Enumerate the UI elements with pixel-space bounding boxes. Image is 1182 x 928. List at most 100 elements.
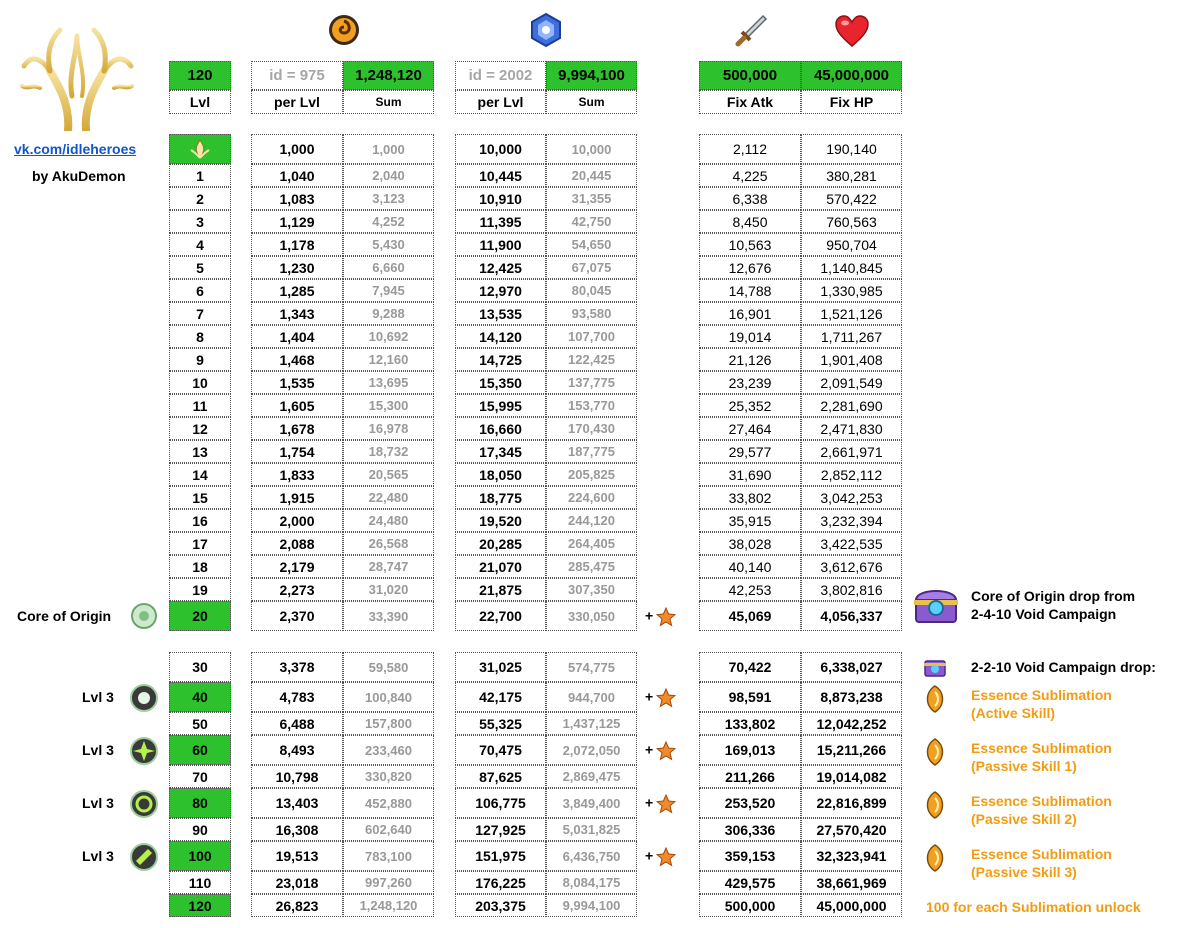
cell-as: 1,248,120: [343, 894, 434, 917]
lvl3-label: Lvl 3: [82, 689, 114, 705]
res2-id: id = 2002: [455, 61, 546, 90]
cell-bs: 122,425: [546, 348, 637, 371]
skill-orb-icon: [130, 843, 158, 871]
cell-b: 176,225: [455, 871, 546, 894]
plus-sign: +: [645, 741, 654, 758]
cell-bs: 31,355: [546, 187, 637, 210]
star-marker: +: [645, 740, 677, 761]
cell-lvl: 1: [169, 164, 231, 187]
essence-icon: [926, 738, 944, 766]
cell-as: 233,460: [343, 735, 434, 765]
cell-hp: 2,852,112: [801, 463, 902, 486]
cell-atk: 16,901: [699, 302, 801, 325]
cell-hp: 760,563: [801, 210, 902, 233]
cell-hp: 19,014,082: [801, 765, 902, 788]
res1-id: id = 975: [251, 61, 343, 90]
cell-hp: 38,661,969: [801, 871, 902, 894]
cell-b: 17,345: [455, 440, 546, 463]
cell-bs: 224,600: [546, 486, 637, 509]
cell-lvl: 120: [169, 894, 231, 917]
cell-bs: 20,445: [546, 164, 637, 187]
star-icon: [655, 846, 677, 867]
cell-a: 3,378: [251, 652, 343, 682]
cell-as: 59,580: [343, 652, 434, 682]
cell-atk: 25,352: [699, 394, 801, 417]
cell-a: 1,230: [251, 256, 343, 279]
cell-as: 2,040: [343, 164, 434, 187]
cell-a: 1,285: [251, 279, 343, 302]
star-marker: +: [645, 606, 677, 627]
cell-hp: 4,056,337: [801, 601, 902, 631]
cell-lvl: 2: [169, 187, 231, 210]
cell-a: 2,088: [251, 532, 343, 555]
cell-hp: 3,422,535: [801, 532, 902, 555]
cell-lvl: 16: [169, 509, 231, 532]
cell-atk: 12,676: [699, 256, 801, 279]
cell-hp: 3,042,253: [801, 486, 902, 509]
cell-atk: 98,591: [699, 682, 801, 712]
cell-a: 1,754: [251, 440, 343, 463]
cell-lvl: 40: [169, 682, 231, 712]
star-icon: [655, 793, 677, 814]
cell-b: 127,925: [455, 818, 546, 841]
essence-1-line1: Essence Sublimation: [971, 687, 1112, 703]
cell-as: 7,945: [343, 279, 434, 302]
cell-as: 18,732: [343, 440, 434, 463]
essence-2-line1: Essence Sublimation: [971, 740, 1112, 756]
star-icon: [655, 740, 677, 761]
cell-a: 6,488: [251, 712, 343, 735]
cell-lvl: 30: [169, 652, 231, 682]
cell-atk: 42,253: [699, 578, 801, 601]
cell-atk: 169,013: [699, 735, 801, 765]
cell-bs: 80,045: [546, 279, 637, 302]
cell-a: 1,404: [251, 325, 343, 348]
cell-hp: 190,140: [801, 134, 902, 164]
cell-hp: 1,330,985: [801, 279, 902, 302]
cell-a: 23,018: [251, 871, 343, 894]
cell-b: 70,475: [455, 735, 546, 765]
cell-atk: 29,577: [699, 440, 801, 463]
cell-atk: 2,112: [699, 134, 801, 164]
cell-hp: 1,711,267: [801, 325, 902, 348]
vk-link[interactable]: vk.com/idleheroes: [14, 141, 136, 157]
void-drop-label: 2-2-10 Void Campaign drop:: [971, 659, 1156, 675]
cell-atk: 40,140: [699, 555, 801, 578]
essence-1-line2: (Active Skill): [971, 705, 1056, 721]
cell-atk: 38,028: [699, 532, 801, 555]
void-chest-icon: [924, 660, 946, 677]
star-icon: [655, 606, 677, 627]
cell-hp: 2,471,830: [801, 417, 902, 440]
cell-a: 13,403: [251, 788, 343, 818]
star-marker: +: [645, 687, 677, 708]
cell-hp: 380,281: [801, 164, 902, 187]
cell-a: 1,000: [251, 134, 343, 164]
cell-b: 18,775: [455, 486, 546, 509]
cell-b: 12,425: [455, 256, 546, 279]
lvl-header: Lvl: [169, 90, 231, 114]
cell-hp: 570,422: [801, 187, 902, 210]
fix-hp-header: Fix HP: [801, 90, 902, 114]
cell-b: 55,325: [455, 712, 546, 735]
core-drop-line1: Core of Origin drop from: [971, 588, 1136, 604]
cell-b: 18,050: [455, 463, 546, 486]
sublimation-footer: 100 for each Sublimation unlock: [926, 899, 1141, 915]
cell-a: 2,000: [251, 509, 343, 532]
cell-bs: 6,436,750: [546, 841, 637, 871]
cell-a: 1,833: [251, 463, 343, 486]
res1-sum-header: Sum: [343, 90, 434, 114]
cell-b: 14,120: [455, 325, 546, 348]
cell-lvl: 10: [169, 371, 231, 394]
cell-atk: 4,225: [699, 164, 801, 187]
cell-a: 1,678: [251, 417, 343, 440]
essence-icon: [926, 685, 944, 713]
cell-a: 1,083: [251, 187, 343, 210]
cell-as: 13,695: [343, 371, 434, 394]
cell-hp: 1,521,126: [801, 302, 902, 325]
cell-as: 452,880: [343, 788, 434, 818]
cell-as: 783,100: [343, 841, 434, 871]
cell-as: 9,288: [343, 302, 434, 325]
cell-as: 6,660: [343, 256, 434, 279]
res2-total: 9,994,100: [546, 61, 637, 90]
cell-as: 16,978: [343, 417, 434, 440]
cell-lvl: 15: [169, 486, 231, 509]
